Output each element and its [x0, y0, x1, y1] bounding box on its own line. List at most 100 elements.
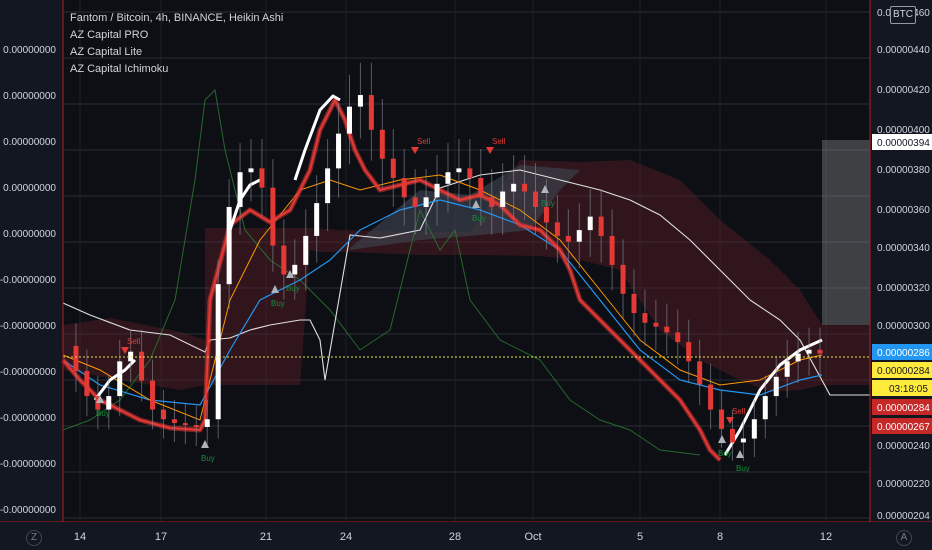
x-tick-label: 14: [74, 531, 86, 543]
candle-body: [423, 197, 429, 207]
candle-body: [456, 168, 462, 173]
candle-body: [522, 183, 528, 192]
left-axis-tick-label: -0.00000000: [0, 459, 56, 470]
candle-body: [336, 133, 342, 169]
buy-label: Buy: [286, 284, 300, 293]
price-label: 0.00000284: [877, 403, 930, 414]
candle-body: [215, 284, 221, 420]
buy-label: Buy: [718, 449, 732, 458]
indicator-ichimoku-label[interactable]: AZ Capital Ichimoku: [70, 61, 283, 78]
right-axis-tick-label: 0.00000420: [877, 85, 930, 96]
candle-body: [357, 95, 363, 107]
candle-body: [346, 106, 352, 134]
candle-body: [598, 216, 604, 236]
price-label: 0.00000394: [877, 138, 930, 149]
candle-body: [160, 409, 166, 420]
candle-body: [171, 419, 177, 424]
buy-label: Buy: [472, 214, 486, 223]
candle-body: [368, 95, 374, 130]
right-axis-tick-label: 0.00000340: [877, 243, 930, 254]
sell-label: Sell: [732, 407, 746, 416]
candle-body: [237, 172, 243, 207]
candle-body: [325, 168, 331, 204]
indicator-pro-label[interactable]: AZ Capital PRO: [70, 27, 283, 44]
candle-body: [412, 197, 418, 207]
chart-legend: Fantom / Bitcoin, 4h, BINANCE, Heikin As…: [70, 10, 283, 78]
candle-body: [106, 396, 112, 410]
candle-body: [719, 409, 725, 429]
candle-body: [642, 313, 648, 323]
candle-body: [576, 230, 582, 242]
candle-body: [248, 168, 254, 173]
timezone-icon[interactable]: Z: [26, 530, 42, 546]
buy-label: Buy: [271, 299, 285, 308]
left-axis-tick-label: 0.00000000: [3, 229, 56, 240]
candle-body: [500, 191, 506, 207]
candle-body: [281, 245, 287, 275]
x-tick-label: 28: [449, 531, 461, 543]
candle-body: [292, 264, 298, 275]
candle-body: [806, 349, 812, 354]
candle-body: [270, 187, 276, 246]
price-chart[interactable]: BuyBuyBuyBuyBuyBuyBuyBuySellSell SellSell…: [0, 0, 932, 550]
right-axis-tick-label: 0.00000320: [877, 283, 930, 294]
candle-body: [533, 191, 539, 207]
candle-body: [84, 370, 90, 397]
candle-body: [554, 222, 560, 236]
sell-label: Sell: [127, 337, 141, 346]
candle-body: [434, 183, 440, 198]
x-tick-label: 17: [155, 531, 167, 543]
indicator-lite-label[interactable]: AZ Capital Lite: [70, 44, 283, 61]
candle-body: [379, 129, 385, 159]
buy-label: Buy: [201, 454, 215, 463]
candle-body: [511, 183, 517, 192]
candle-body: [686, 342, 692, 362]
candle-body: [193, 425, 199, 428]
candle-body: [729, 428, 735, 443]
currency-badge[interactable]: BTC: [890, 6, 916, 24]
candle-body: [762, 396, 768, 420]
candle-body: [620, 264, 626, 294]
symbol-title: Fantom / Bitcoin, 4h, BINANCE, Heikin As…: [70, 12, 284, 24]
x-tick-label: 24: [340, 531, 352, 543]
candle-body: [259, 168, 265, 188]
x-tick-label: 8: [717, 531, 723, 543]
projection-box: [822, 140, 870, 325]
candle-body: [740, 438, 746, 443]
candle-body: [587, 216, 593, 231]
time-axis-bg: [0, 522, 932, 550]
candle-body: [73, 345, 79, 371]
auto-scale-icon[interactable]: A: [896, 530, 912, 546]
price-label: 0.00000286: [877, 348, 930, 359]
candle-body: [204, 419, 210, 427]
candle-body: [489, 197, 495, 207]
price-label: 0.00000284: [877, 366, 930, 377]
right-axis-tick-label: 0.00000440: [877, 45, 930, 56]
candle-body: [226, 206, 232, 285]
right-axis-tick-label: 0.00000300: [877, 321, 930, 332]
left-axis-tick-label: 0.00000000: [3, 183, 56, 194]
right-axis-tick-label: 0.00000360: [877, 205, 930, 216]
candle-body: [565, 235, 571, 242]
sell-label: Sell: [492, 137, 506, 146]
candle-body: [609, 235, 615, 265]
candle-body: [401, 178, 407, 198]
buy-label: Buy: [736, 464, 750, 473]
buy-label: Buy: [96, 409, 110, 418]
candle-body: [773, 376, 779, 397]
x-tick-label: 5: [637, 531, 643, 543]
right-axis-tick-label: 0.00000380: [877, 165, 930, 176]
buy-label: Buy: [541, 199, 555, 208]
left-axis-tick-label: -0.00000000: [0, 413, 56, 424]
candle-body: [139, 351, 145, 381]
candle-body: [314, 203, 320, 236]
candle-body: [631, 293, 637, 314]
candle-body: [445, 172, 451, 184]
x-tick-label: Oct: [524, 531, 541, 543]
candle-body: [150, 380, 156, 410]
x-tick-label: 12: [820, 531, 832, 543]
candle-body: [817, 349, 823, 354]
candle-body: [182, 423, 188, 426]
candle-body: [653, 322, 659, 327]
candle-body: [390, 158, 396, 179]
